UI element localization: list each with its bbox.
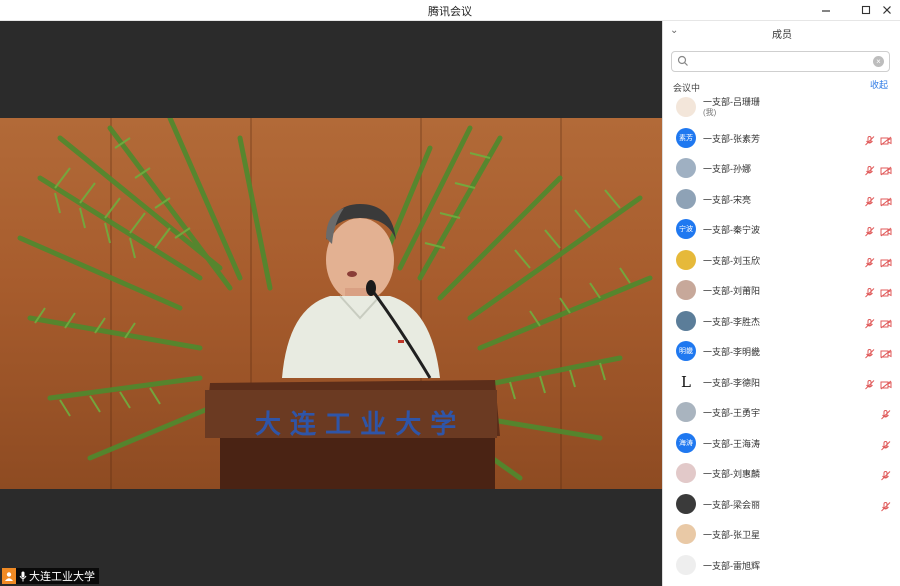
avatar — [676, 249, 696, 270]
avatar — [676, 97, 696, 117]
camera-off-icon[interactable] — [880, 377, 892, 389]
camera-off-icon[interactable] — [880, 194, 892, 206]
clear-search-icon[interactable]: × — [873, 56, 884, 67]
member-name: 一支部-李胜杰 — [703, 316, 760, 327]
member-name: 一支部-雷旭辉 — [703, 560, 760, 571]
camera-off-icon[interactable] — [880, 255, 892, 267]
mic-muted-icon[interactable] — [880, 468, 892, 481]
in-meeting-section: 会议中 收起 — [673, 78, 889, 93]
maximize-icon[interactable] — [858, 2, 874, 18]
member-row[interactable]: 一支部-王勇宇 — [663, 397, 900, 428]
member-name: 一支部-孙娜 — [703, 164, 751, 174]
member-name: 一支部-王勇宇 — [703, 408, 760, 418]
member-row[interactable]: 一支部-张卫星 — [663, 519, 900, 550]
avatar — [676, 402, 696, 422]
members-header: ⌄ 成员 — [663, 21, 900, 43]
member-row[interactable]: 一支部-宋亮 — [663, 184, 900, 215]
member-name: 一支部-李德阳 — [703, 377, 760, 388]
member-name: 一支部-宋亮 — [703, 194, 751, 205]
member-row[interactable]: 一支部-孙娜 — [663, 153, 900, 184]
avatar: 素芳 — [676, 127, 696, 148]
user-icon — [2, 568, 16, 584]
participant-label: 大连工业大学 — [2, 568, 99, 584]
members-panel: ⌄ 成员 × 会议中 收起 一支部-吕珊珊 (我) 素芳 一支部-张素芳 一支部-孙娜一… — [662, 21, 900, 586]
member-row[interactable]: 一支部-刘玉欣 — [663, 245, 900, 276]
search-icon — [677, 55, 688, 66]
member-row[interactable]: 明畿 一支部-李明畿 — [663, 336, 900, 367]
collapse-button[interactable]: 收起 — [870, 78, 888, 91]
avatar: 明畿 — [676, 341, 696, 361]
member-name: 一支部-梁会丽 — [703, 499, 760, 510]
mic-muted-icon[interactable] — [864, 163, 876, 176]
member-self-tag: (我) — [703, 108, 717, 117]
mic-muted-icon[interactable] — [864, 255, 876, 267]
mic-muted-icon[interactable] — [864, 346, 876, 359]
main-video-area[interactable]: 大 连 工 业 大 学 大连工业大学 — [0, 21, 662, 586]
video-frame: 大 连 工 业 大 学 — [0, 118, 662, 489]
avatar: 宁波 — [676, 219, 696, 239]
title-bar: 腾讯会议 — [0, 0, 900, 21]
mic-muted-icon[interactable] — [864, 133, 876, 145]
member-name: 一支部-刘玉欣 — [703, 255, 760, 266]
camera-off-icon[interactable] — [880, 133, 892, 145]
member-name: 一支部-秦宁波 — [703, 225, 760, 235]
member-name: 一支部-刘莆阳 — [703, 286, 760, 296]
avatar — [676, 188, 696, 209]
member-row[interactable]: 一支部-吕珊珊 (我) — [663, 92, 900, 123]
mic-muted-icon[interactable] — [880, 407, 892, 420]
mic-muted-icon[interactable] — [864, 377, 876, 389]
mic-muted-icon[interactable] — [864, 316, 876, 328]
camera-off-icon[interactable] — [880, 224, 892, 237]
member-row[interactable]: 宁波 一支部-秦宁波 — [663, 214, 900, 245]
camera-off-icon[interactable] — [880, 316, 892, 328]
mic-muted-icon[interactable] — [880, 438, 892, 450]
member-list: 一支部-吕珊珊 (我) 素芳 一支部-张素芳 一支部-孙娜 一支部-宋亮 宁波 一支部-秦宁波… — [663, 92, 900, 580]
speaker-scene: 大 连 工 业 大 学 — [17, 118, 653, 489]
member-name: 一支部-张卫星 — [703, 530, 760, 540]
participant-name: 大连工业大学 — [29, 571, 95, 583]
avatar — [676, 280, 696, 300]
member-name: 一支部-李明畿 — [703, 347, 760, 357]
members-title: 成员 — [772, 30, 792, 41]
avatar — [676, 158, 696, 178]
mic-muted-icon[interactable] — [864, 224, 876, 237]
close-icon[interactable] — [879, 2, 895, 18]
member-row[interactable]: L 一支部-李德阳 — [663, 367, 900, 398]
mic-muted-icon[interactable] — [880, 499, 892, 511]
search-input[interactable] — [692, 54, 862, 69]
member-row[interactable]: 一支部-梁会丽 — [663, 489, 900, 520]
member-name: 一支部-刘惠麟 — [703, 469, 760, 479]
camera-off-icon[interactable] — [880, 163, 892, 176]
microphone-icon — [19, 571, 27, 581]
avatar — [676, 310, 696, 331]
member-name: 一支部-张素芳 — [703, 133, 760, 144]
avatar — [676, 524, 696, 544]
avatar — [676, 493, 696, 514]
member-row[interactable]: 一支部-李胜杰 — [663, 306, 900, 337]
mic-muted-icon[interactable] — [864, 194, 876, 206]
member-row[interactable]: 素芳 一支部-张素芳 — [663, 123, 900, 154]
camera-off-icon[interactable] — [880, 285, 892, 298]
avatar: L — [676, 371, 696, 392]
avatar: 海涛 — [676, 432, 696, 453]
member-row[interactable]: 一支部-刘莆阳 — [663, 275, 900, 306]
mic-muted-icon[interactable] — [864, 285, 876, 298]
search-box[interactable]: × — [671, 51, 890, 72]
avatar — [676, 554, 696, 575]
member-name: 一支部-王海涛 — [703, 438, 760, 449]
minimize-icon[interactable] — [818, 2, 834, 18]
camera-off-icon[interactable] — [880, 346, 892, 359]
member-row[interactable]: 一支部-雷旭辉 — [663, 550, 900, 581]
avatar — [676, 463, 696, 483]
window-title: 腾讯会议 — [428, 6, 472, 18]
svg-text:大 连 工 业 大 学: 大 连 工 业 大 学 — [255, 409, 456, 440]
member-row[interactable]: 一支部-刘惠麟 — [663, 458, 900, 489]
member-row[interactable]: 海涛 一支部-王海涛 — [663, 428, 900, 459]
